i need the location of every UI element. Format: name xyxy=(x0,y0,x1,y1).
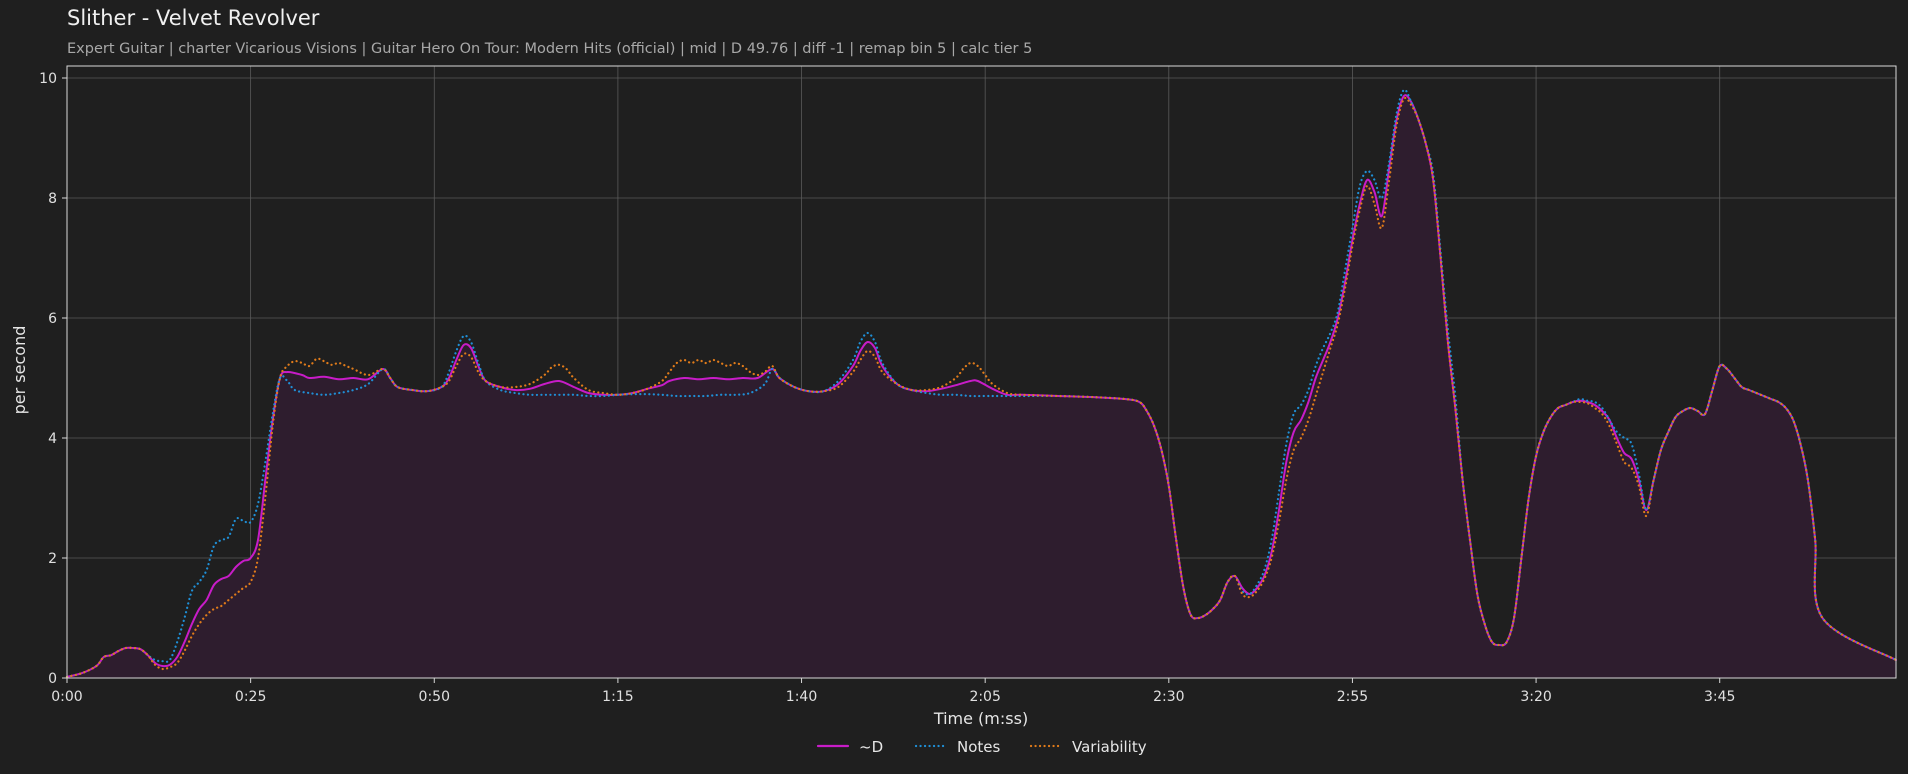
x-tick-label: 3:45 xyxy=(1704,689,1735,705)
x-tick-label: 2:05 xyxy=(969,689,1000,705)
series-area-0 xyxy=(67,95,1896,678)
chart-svg: 0:00 0:25 0:50 1:15 1:40 2:05 2:30 2:55 3:20 3:45… xyxy=(10,65,1898,756)
y-tick-label: 6 xyxy=(48,311,57,327)
x-tick-label: 1:40 xyxy=(786,689,817,705)
y-ticks: 0 2 4 6 8 10 xyxy=(39,71,67,687)
x-tick-label: 0:00 xyxy=(51,689,82,705)
x-tick-label: 0:50 xyxy=(419,689,450,705)
legend: ~D Notes Variability xyxy=(816,738,1147,756)
x-tick-label: 3:20 xyxy=(1520,689,1551,705)
y-axis-label: per second xyxy=(10,326,29,415)
y-tick-label: 8 xyxy=(48,191,57,207)
x-axis-label: Time (m:ss) xyxy=(933,709,1028,728)
legend-label: Variability xyxy=(1072,738,1147,756)
x-tick-label: 1:15 xyxy=(602,689,633,705)
y-tick-label: 4 xyxy=(48,431,57,447)
x-tick-label: 0:25 xyxy=(235,689,266,705)
x-tick-label: 2:30 xyxy=(1153,689,1184,705)
y-tick-label: 10 xyxy=(39,71,57,87)
y-tick-label: 0 xyxy=(48,671,57,687)
y-tick-label: 2 xyxy=(48,551,57,567)
area-fill xyxy=(67,95,1896,678)
legend-label: Notes xyxy=(957,738,1001,756)
legend-label: ~D xyxy=(859,738,883,756)
x-tick-label: 2:55 xyxy=(1337,689,1368,705)
x-ticks: 0:00 0:25 0:50 1:15 1:40 2:05 2:30 2:55 3:20 3:45 xyxy=(51,678,1735,705)
